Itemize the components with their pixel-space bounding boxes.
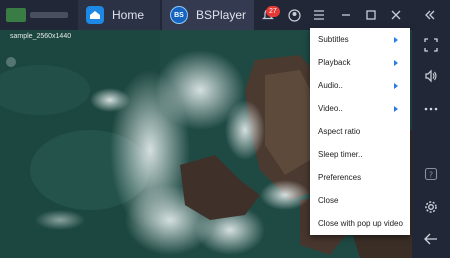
more-options-icon[interactable] <box>421 99 441 119</box>
menu-item-close-with-popup[interactable]: Close with pop up video <box>310 212 410 235</box>
fullscreen-icon[interactable] <box>421 35 441 55</box>
submenu-arrow-icon <box>394 82 398 89</box>
bsplayer-app-icon: BS <box>170 6 188 24</box>
logo-text <box>30 12 68 18</box>
menu-item-subtitles[interactable]: Subtitles <box>310 28 410 51</box>
home-icon <box>86 6 104 24</box>
tab-home-label: Home <box>112 8 145 22</box>
help-icon[interactable]: ? <box>421 164 441 184</box>
menu-item-label: Audio.. <box>318 81 343 90</box>
menu-item-label: Playback <box>318 58 351 67</box>
menu-item-label: Aspect ratio <box>318 127 361 136</box>
bluestacks-logo <box>0 0 72 30</box>
menu-item-label: Close <box>318 196 339 205</box>
title-bar: Home BS BSPlayer <box>0 0 450 30</box>
menu-item-audio[interactable]: Audio.. <box>310 74 410 97</box>
submenu-arrow-icon <box>394 105 398 112</box>
account-icon[interactable] <box>284 5 304 25</box>
collapse-sidebar-icon[interactable] <box>420 5 440 25</box>
close-icon[interactable] <box>386 5 406 25</box>
menu-item-aspect-ratio[interactable]: Aspect ratio <box>310 120 410 143</box>
tab-bsplayer-label: BSPlayer <box>195 8 246 22</box>
menu-item-label: Video.. <box>318 104 343 113</box>
submenu-arrow-icon <box>394 59 398 66</box>
context-menu: Subtitles Playback Audio.. Video.. Aspec… <box>310 28 410 235</box>
volume-icon[interactable] <box>421 66 441 86</box>
menu-item-video[interactable]: Video.. <box>310 97 410 120</box>
menu-icon[interactable] <box>309 5 329 25</box>
video-filename: sample_2560x1440 <box>10 33 72 40</box>
minimize-icon[interactable] <box>336 5 356 25</box>
svg-text:?: ? <box>429 171 433 180</box>
submenu-arrow-icon <box>394 36 398 43</box>
video-nav-arrow-icon[interactable] <box>6 57 16 67</box>
menu-item-label: Close with pop up video <box>318 219 403 228</box>
menu-item-playback[interactable]: Playback <box>310 51 410 74</box>
settings-gear-icon[interactable] <box>421 197 441 217</box>
maximize-icon[interactable] <box>361 5 381 25</box>
notification-badge: 27 <box>266 6 280 17</box>
menu-item-label: Preferences <box>318 173 362 182</box>
right-sidebar: ? <box>412 30 450 258</box>
logo-icon <box>6 8 26 22</box>
menu-item-preferences[interactable]: Preferences <box>310 166 410 189</box>
tab-home[interactable]: Home <box>78 0 160 30</box>
tab-bsplayer[interactable]: BS BSPlayer <box>162 0 254 30</box>
back-arrow-icon[interactable] <box>421 229 441 249</box>
menu-item-close[interactable]: Close <box>310 189 410 212</box>
menu-item-sleep-timer[interactable]: Sleep timer.. <box>310 143 410 166</box>
menu-item-label: Sleep timer.. <box>318 150 363 159</box>
menu-item-label: Subtitles <box>318 35 349 44</box>
